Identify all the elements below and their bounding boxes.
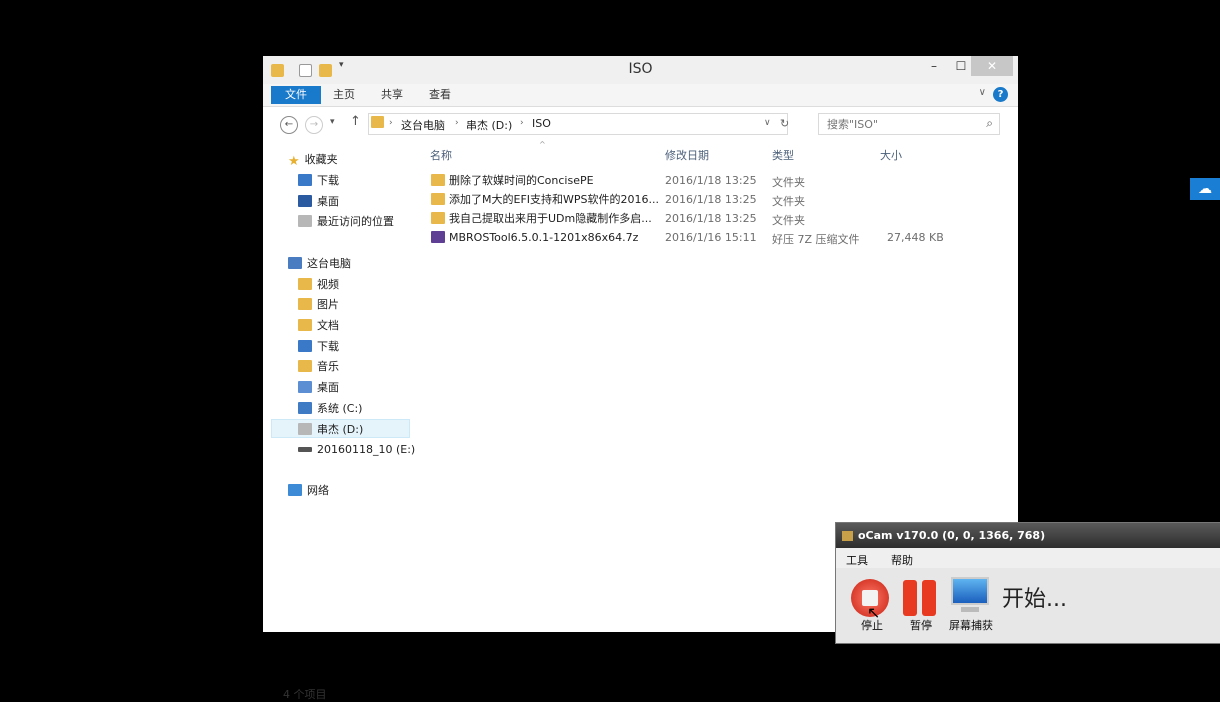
file-type: 文件夹 [772,195,805,208]
sidebar-item-drive-c[interactable]: 系统 (C:) [298,399,362,418]
sidebar-item-videos[interactable]: 视频 [298,275,339,294]
status-bar-count: 4 个项目 [283,688,327,701]
menu-help[interactable]: 帮助 [891,552,913,568]
drive-icon [298,423,312,435]
file-type: 文件夹 [772,176,805,189]
recent-places-icon [298,215,312,227]
sidebar-thispc[interactable]: 这台电脑 [288,254,351,273]
pause-icon [903,580,917,616]
desktop-folder-icon [298,381,312,393]
menu-tools[interactable]: 工具 [846,552,868,568]
star-icon: ★ [288,154,300,169]
recording-status: 开始... [1002,587,1067,612]
download-folder-icon [298,174,312,186]
folder-icon [431,193,445,205]
ocam-window: oCam v170.0 (0, 0, 1366, 768) 工具 帮助 停止 暂… [835,522,1220,644]
ocam-title: oCam v170.0 (0, 0, 1366, 768) [858,529,1046,542]
screen-capture-label: 屏幕捕获 [949,619,993,632]
folder-icon [431,174,445,186]
recent-locations-icon[interactable]: ▾ [330,117,335,127]
sidebar-network[interactable]: 网络 [288,481,329,500]
minimize-button[interactable]: – [923,56,945,76]
monitor-icon [951,577,989,605]
sidebar-item-documents[interactable]: 文档 [298,316,339,335]
tab-share[interactable]: 共享 [371,86,413,104]
sidebar-item-desktop-pc[interactable]: 桌面 [298,378,339,397]
ocam-app-icon [842,531,853,541]
cloud-icon[interactable]: ☁ [1190,178,1220,200]
pause-label: 暂停 [910,619,932,632]
desktop-icon [298,195,312,207]
file-modified: 2016/1/16 15:11 [665,231,757,244]
help-icon[interactable]: ? [993,87,1008,102]
close-button[interactable]: ✕ [971,56,1013,76]
breadcrumb-drive[interactable]: 串杰 (D:) [466,117,512,133]
file-row[interactable]: 添加了M大的EFI支持和WPS软件的2016... [431,190,659,209]
column-header-modified[interactable]: 修改日期 [665,147,709,163]
archive-icon [431,231,445,243]
maximize-button[interactable]: ☐ [950,56,972,76]
column-header-size[interactable]: 大小 [880,147,902,163]
file-modified: 2016/1/18 13:25 [665,193,757,206]
address-dropdown-icon[interactable]: ∨ [764,118,771,128]
sidebar-item-drive-d[interactable]: 串杰 (D:) [271,419,410,438]
ribbon: 文件 主页 共享 查看 ∨ ? [263,84,1018,107]
videos-folder-icon [298,278,312,290]
file-size: 27,448 KB [887,231,944,244]
file-modified: 2016/1/18 13:25 [665,212,757,225]
network-icon [288,484,302,496]
file-row[interactable]: MBROSTool6.5.0.1-1201x86x64.7z [431,228,638,247]
documents-folder-icon [298,319,312,331]
address-row: ← → ▾ ↑ › 这台电脑 › 串杰 (D:) › ISO ∨ ↻ ⌕ [263,107,1018,139]
file-modified: 2016/1/18 13:25 [665,174,757,187]
title-bar[interactable]: ▾ ISO – ☐ ✕ [263,56,1018,84]
sidebar-item-downloads-pc[interactable]: 下载 [298,337,339,356]
breadcrumb-thispc[interactable]: 这台电脑 [401,117,445,133]
column-header-type[interactable]: 类型 [772,147,794,163]
sidebar-item-recent[interactable]: 最近访问的位置 [298,212,394,231]
search-box[interactable]: ⌕ [818,113,1000,135]
computer-icon [288,257,302,269]
search-input[interactable] [825,117,979,132]
folder-icon [371,116,384,128]
music-folder-icon [298,360,312,372]
sort-indicator-icon: ^ [539,140,546,149]
windows-drive-icon [298,402,312,414]
forward-icon[interactable]: → [305,116,323,134]
file-row[interactable]: 我自己提取出来用于UDm隐藏制作多启... [431,209,652,228]
file-type: 文件夹 [772,214,805,227]
folder-icon [431,212,445,224]
file-type: 好压 7Z 压缩文件 [772,233,860,246]
window-title: ISO [628,61,653,77]
chevron-right-icon: › [389,118,393,128]
back-icon[interactable]: ← [280,116,298,134]
mouse-cursor-icon: ↖ [867,603,881,622]
tab-file[interactable]: 文件 [271,86,321,104]
ocam-title-bar[interactable]: oCam v170.0 (0, 0, 1366, 768) [836,523,1220,548]
sidebar-item-downloads[interactable]: 下载 [298,171,339,190]
pictures-folder-icon [298,298,312,310]
column-header-name[interactable]: 名称 [430,147,452,163]
tab-view[interactable]: 查看 [419,86,461,104]
search-icon[interactable]: ⌕ [986,116,993,131]
removable-drive-icon [298,447,312,452]
screen-capture-button[interactable] [949,577,991,617]
sidebar-item-drive-e[interactable]: 20160118_10 (E:) [298,440,415,459]
sidebar-item-desktop[interactable]: 桌面 [298,192,339,211]
pause-button[interactable] [903,580,937,616]
address-bar[interactable]: › 这台电脑 › 串杰 (D:) › ISO ∨ ↻ [368,113,789,135]
download-folder-icon [298,340,312,352]
expand-ribbon-icon[interactable]: ∨ [979,87,986,98]
sidebar-favorites[interactable]: ★ 收藏夹 [288,150,338,169]
sidebar-item-music[interactable]: 音乐 [298,357,339,376]
chevron-right-icon: › [520,118,524,128]
refresh-icon[interactable]: ↻ [780,117,789,130]
sidebar-item-pictures[interactable]: 图片 [298,295,339,314]
up-icon[interactable]: ↑ [350,114,361,129]
tab-home[interactable]: 主页 [323,86,365,104]
chevron-right-icon: › [455,118,459,128]
file-row[interactable]: 删除了软媒时间的ConcisePE [431,171,594,190]
breadcrumb-iso[interactable]: ISO [532,117,551,130]
ocam-menu-bar: 工具 帮助 [836,548,1220,568]
